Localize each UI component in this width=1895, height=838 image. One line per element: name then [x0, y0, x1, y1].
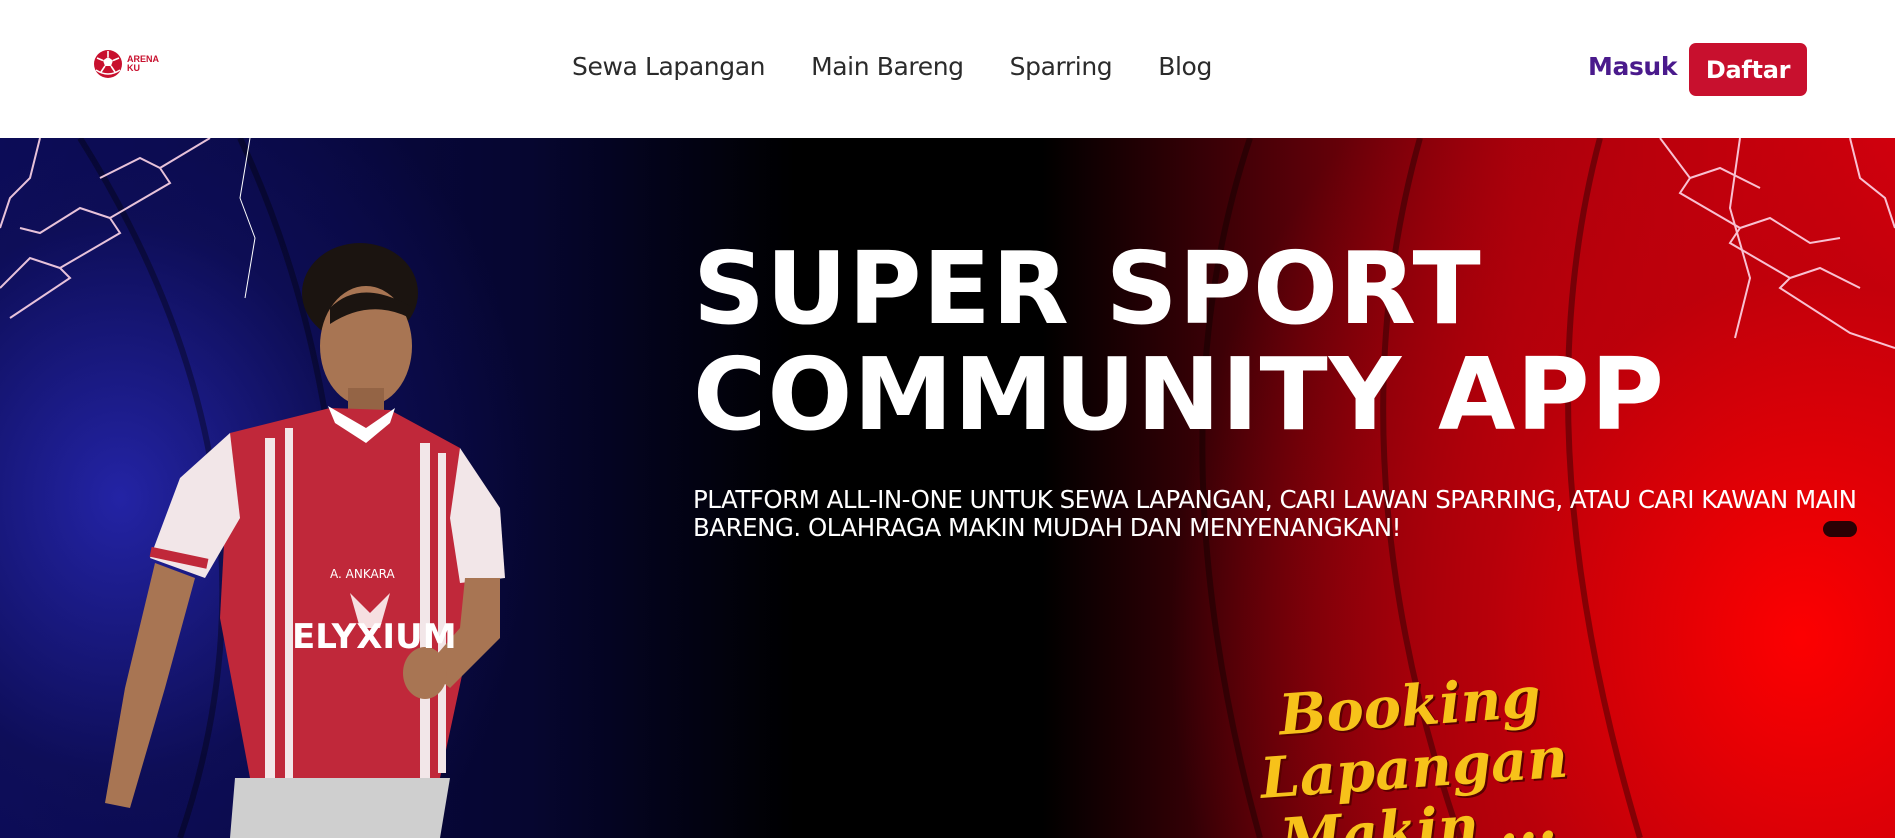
hero-section: ELYXIUM A. ANKARA SUPER SPORT COMMUNITY …	[0, 138, 1895, 838]
nav-link-main-bareng[interactable]: Main Bareng	[811, 52, 964, 81]
nav-link-sparring[interactable]: Sparring	[1010, 52, 1113, 81]
brand-logo[interactable]: ARENA KU	[92, 46, 162, 82]
login-link[interactable]: Masuk	[1588, 52, 1677, 81]
main-navigation: Sewa Lapangan Main Bareng Sparring Blog	[572, 52, 1212, 81]
nav-link-blog[interactable]: Blog	[1158, 52, 1212, 81]
hero-subtitle: PLATFORM ALL-IN-ONE UNTUK SEWA LAPANGAN,…	[693, 485, 1857, 542]
navbar: ARENA KU Sewa Lapangan Main Bareng Sparr…	[0, 0, 1895, 138]
brand-line2: KU	[127, 63, 140, 73]
soccer-ball-icon	[94, 50, 122, 78]
nav-link-sewa-lapangan[interactable]: Sewa Lapangan	[572, 52, 765, 81]
promo-text: Booking Lapangan Makin ...	[1258, 664, 1570, 838]
brand-name: ARENA KU	[127, 55, 159, 73]
player-photo: ELYXIUM A. ANKARA	[105, 243, 505, 838]
svg-text:A. ANKARA: A. ANKARA	[330, 567, 396, 581]
scroll-indicator	[1823, 521, 1857, 537]
hero-title: SUPER SPORT COMMUNITY APP	[693, 230, 1665, 453]
register-button[interactable]: Daftar	[1689, 43, 1807, 96]
